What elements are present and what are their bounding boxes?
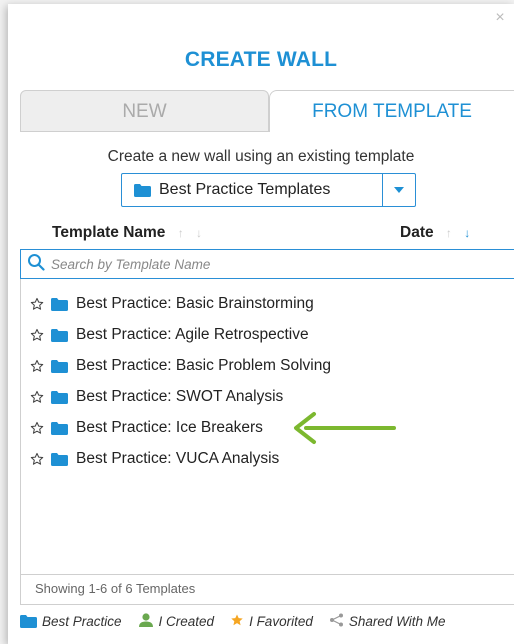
column-date[interactable]: Date ↑ ↓ (400, 224, 470, 242)
tab-from-template[interactable]: FROM TEMPLATE (269, 90, 514, 132)
legend: Best Practice I Created I Favorited Shar… (20, 610, 514, 632)
tab-new[interactable]: NEW (20, 90, 269, 132)
star-outline-icon[interactable] (30, 328, 44, 342)
template-name: Best Practice: Ice Breakers (76, 419, 263, 436)
star-outline-icon[interactable] (30, 452, 44, 466)
list-item[interactable]: Best Practice: Agile Retrospective (21, 320, 514, 350)
star-outline-icon[interactable] (30, 297, 44, 311)
tab-bar: NEW FROM TEMPLATE (20, 90, 514, 134)
list-item[interactable]: Best Practice: Basic Problem Solving (21, 351, 514, 381)
share-icon (329, 613, 344, 630)
legend-item-i-favorited: I Favorited (230, 613, 313, 630)
folder-icon (134, 183, 151, 197)
legend-item-best-practice: Best Practice (20, 614, 122, 629)
legend-item-shared-with-me: Shared With Me (329, 613, 446, 630)
dialog-title: CREATE WALL (184, 48, 338, 71)
sort-asc-icon[interactable]: ↑ (178, 226, 184, 240)
chevron-down-icon[interactable] (382, 174, 415, 206)
folder-icon (51, 328, 68, 342)
legend-label: I Created (158, 613, 215, 629)
legend-label: Best Practice (42, 613, 122, 629)
list-item[interactable]: Best Practice: Basic Brainstorming (21, 289, 514, 319)
legend-item-i-created: I Created (138, 612, 215, 630)
template-name: Best Practice: VUCA Analysis (76, 450, 280, 467)
template-name: Best Practice: Basic Problem Solving (76, 357, 331, 374)
column-header: Template Name ↑ ↓ Date ↑ ↓ (20, 218, 514, 248)
status-text: Showing 1-6 of 6 Templates (20, 575, 514, 605)
template-list: Best Practice: Basic Brainstorming Best … (20, 279, 514, 575)
template-name: Best Practice: Agile Retrospective (76, 326, 309, 343)
list-item[interactable]: Best Practice: SWOT Analysis (21, 382, 514, 412)
template-category-select[interactable]: Best Practice Templates (121, 173, 416, 207)
list-item[interactable]: Best Practice: Ice Breakers (21, 413, 514, 443)
search-input[interactable] (49, 255, 493, 273)
star-outline-icon[interactable] (30, 390, 44, 404)
sort-asc-icon[interactable]: ↑ (446, 226, 452, 240)
search-icon (27, 253, 45, 276)
legend-label: Shared With Me (348, 613, 446, 629)
star-icon (230, 613, 244, 630)
dialog-subtitle: Create a new wall using an existing temp… (107, 148, 415, 165)
close-icon[interactable]: × (492, 10, 508, 26)
column-template-name[interactable]: Template Name ↑ ↓ (52, 224, 202, 242)
list-item[interactable]: Best Practice: VUCA Analysis (21, 444, 514, 474)
folder-icon (51, 359, 68, 373)
column-date-label: Date (400, 224, 434, 241)
search-bar (20, 249, 514, 279)
sort-desc-icon[interactable]: ↓ (196, 226, 202, 240)
folder-icon (51, 421, 68, 435)
select-value: Best Practice Templates (159, 181, 331, 198)
annotation-arrow-icon (290, 410, 402, 451)
folder-icon (51, 452, 68, 466)
star-outline-icon[interactable] (30, 421, 44, 435)
select-body[interactable]: Best Practice Templates (122, 181, 382, 199)
legend-label: I Favorited (249, 613, 313, 629)
folder-icon (51, 390, 68, 404)
column-template-name-label: Template Name (52, 224, 166, 241)
star-outline-icon[interactable] (30, 359, 44, 373)
folder-icon (51, 297, 68, 311)
folder-icon (20, 614, 37, 628)
user-icon (138, 612, 154, 630)
template-name: Best Practice: Basic Brainstorming (76, 295, 314, 312)
template-name: Best Practice: SWOT Analysis (76, 388, 284, 405)
create-wall-dialog: × CREATE WALL NEW FROM TEMPLATE Create a… (8, 4, 514, 644)
sort-desc-icon[interactable]: ↓ (464, 226, 470, 240)
